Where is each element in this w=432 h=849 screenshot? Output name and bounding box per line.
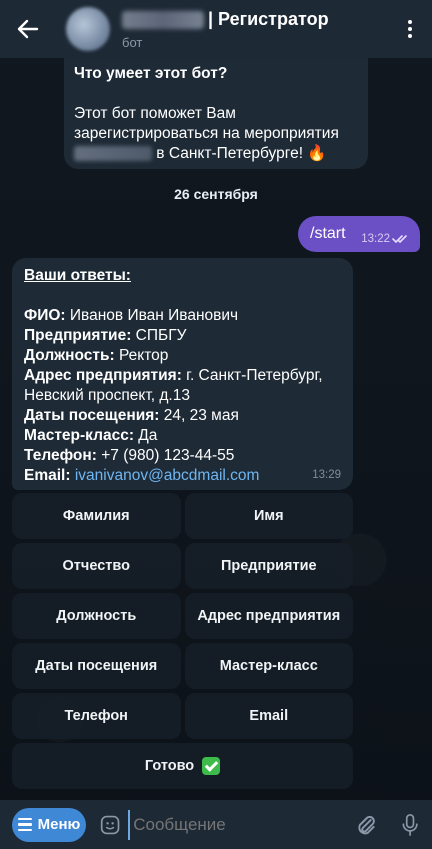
patronymic-button[interactable]: Отчество [12, 543, 181, 589]
bot-avatar[interactable] [66, 7, 110, 51]
message-time: 13:29 [312, 469, 341, 481]
attach-icon[interactable] [354, 811, 378, 839]
back-button[interactable] [0, 0, 56, 58]
bot-description-title: Что умеет этот бот? [74, 65, 228, 82]
email-link[interactable]: ivanivanov@abcdmail.com [75, 467, 260, 484]
answer-row: Даты посещения: 24, 23 мая [24, 407, 239, 424]
bot-description-text: Этот бот поможет Вам зарегистрироваться … [74, 104, 358, 164]
bot-description-line: Этот бот поможет Вам [74, 105, 236, 122]
more-options-icon[interactable] [400, 17, 420, 41]
menu-icon [17, 818, 32, 831]
answer-row: Невский проспект, д.13 [24, 387, 190, 404]
answer-row: ФИО: Иванов Иван Иванович [24, 307, 239, 324]
menu-button-label: Меню [37, 816, 81, 833]
chat-header: | Регистратор бот [0, 0, 432, 58]
first-name-button[interactable]: Имя [184, 493, 353, 539]
bot-menu-button[interactable]: Меню [12, 807, 87, 842]
microphone-icon[interactable] [400, 811, 420, 839]
company-address-button[interactable]: Адрес предприятия [184, 593, 353, 639]
answer-row: Должность: Ректор [24, 347, 169, 364]
message-time: 13:22 [361, 233, 390, 245]
date-divider: 26 сентября [174, 186, 258, 202]
phone-button[interactable]: Телефон [12, 693, 181, 739]
chat-subtitle: бот [122, 34, 143, 50]
redacted-word [74, 146, 152, 162]
bot-description-line: в Санкт-Петербурге! 🔥 [74, 144, 358, 164]
answer-row: Мастер-класс: Да [24, 427, 158, 444]
sticker-icon[interactable] [100, 813, 120, 837]
answer-row: Предприятие: СПБГУ [24, 327, 187, 344]
done-button-label: Готово [144, 758, 195, 774]
email-button[interactable]: Email [184, 693, 353, 739]
message-input-bar: Меню [0, 800, 432, 849]
chat-title-block[interactable]: | Регистратор бот [122, 9, 329, 50]
double-check-icon [392, 235, 407, 243]
bot-description-line: зарегистрироваться на мероприятия [74, 125, 339, 142]
message-text: /start [310, 225, 346, 242]
arrow-left-icon [17, 19, 39, 39]
answers-heading: Ваши ответы: [24, 267, 131, 284]
answer-row: Телефон: +7 (980) 123-44-55 [24, 447, 235, 464]
check-mark-button-icon [202, 757, 221, 775]
answers-message[interactable]: Ваши ответы: ФИО: Иванов Иван Иванович П… [12, 258, 353, 490]
position-button[interactable]: Должность [12, 593, 181, 639]
bot-description-bubble: Что умеет этот бот? Этот бот поможет Вам… [64, 44, 368, 169]
outgoing-message[interactable]: /start 13:22 [298, 216, 420, 252]
surname-button[interactable]: Фамилия [12, 493, 181, 539]
done-button[interactable]: Готово [12, 743, 353, 789]
chat-title: | Регистратор [208, 9, 329, 29]
inline-keyboard: Фамилия Имя Отчество Предприятие Должнос… [12, 493, 353, 793]
redacted-name [122, 10, 204, 29]
message-input[interactable] [128, 809, 355, 840]
visit-dates-button[interactable]: Даты посещения [12, 643, 181, 689]
answer-row: Адрес предприятия: г. Санкт-Петербург, [24, 367, 323, 384]
master-class-button[interactable]: Мастер-класс [184, 643, 353, 689]
company-button[interactable]: Предприятие [184, 543, 353, 589]
answer-row: Email: ivanivanov@abcdmail.com [24, 467, 260, 484]
